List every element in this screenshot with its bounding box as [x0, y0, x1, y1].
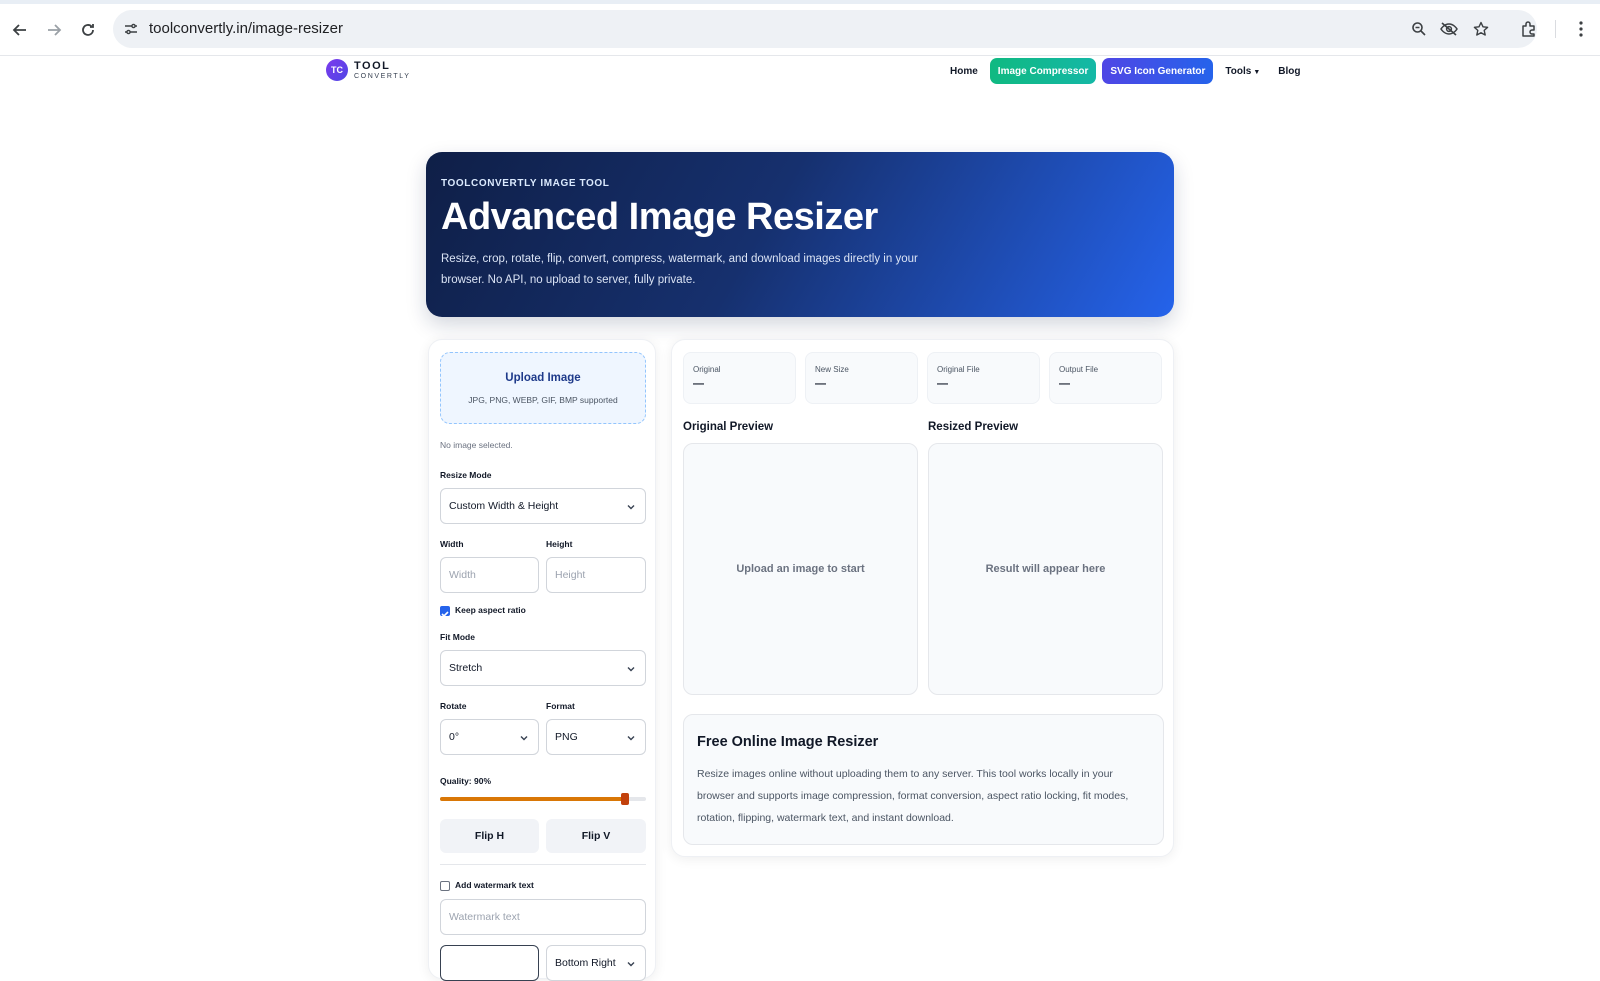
- hero-kicker: TOOLCONVERTLY IMAGE TOOL: [441, 178, 610, 189]
- divider: [440, 864, 646, 865]
- file-status: No image selected.: [440, 440, 513, 450]
- page-title: Advanced Image Resizer: [441, 196, 878, 238]
- chevron-down-icon: [627, 667, 635, 672]
- resize-mode-select[interactable]: Custom Width & Height: [440, 488, 646, 524]
- resized-preview-empty: Result will appear here: [985, 563, 1106, 575]
- toolbar-separator: [1555, 20, 1556, 38]
- fit-mode-value: Stretch: [449, 662, 483, 674]
- stat-label: Original File: [937, 365, 980, 374]
- output-panel: Original — New Size — Original File — Ou…: [671, 339, 1174, 857]
- keep-aspect-checkbox[interactable]: [440, 606, 450, 618]
- stat-value: —: [693, 378, 704, 390]
- resized-preview-title: Resized Preview: [928, 421, 1019, 433]
- info-card: Free Online Image Resizer Resize images …: [683, 714, 1164, 845]
- rotate-select[interactable]: 0°: [440, 719, 539, 755]
- stat-value: —: [815, 378, 826, 390]
- rotate-value: 0°: [449, 731, 460, 743]
- info-title: Free Online Image Resizer: [697, 734, 879, 750]
- format-select[interactable]: PNG: [546, 719, 646, 755]
- stat-value: —: [1059, 378, 1070, 390]
- nav-image-compressor-button[interactable]: Image Compressor: [989, 58, 1097, 84]
- format-value: PNG: [555, 731, 578, 743]
- extensions-icon[interactable]: [1516, 16, 1542, 42]
- stat-output-file: Output File —: [1049, 352, 1162, 404]
- width-label: Width: [440, 539, 464, 549]
- hero-banner: TOOLCONVERTLY IMAGE TOOL Advanced Image …: [426, 152, 1174, 317]
- stat-label: New Size: [815, 365, 849, 374]
- original-preview-empty: Upload an image to start: [736, 563, 865, 575]
- quality-slider-thumb[interactable]: [621, 793, 630, 805]
- nav-tools-label: Tools: [1225, 65, 1252, 77]
- checkmark-icon: [441, 611, 449, 618]
- height-label: Height: [546, 539, 573, 549]
- flip-horizontal-button[interactable]: Flip H: [440, 819, 539, 853]
- site-nav: Home Image Compressor SVG Icon Generator…: [944, 58, 1307, 84]
- stat-original-file: Original File —: [927, 352, 1040, 404]
- resize-mode-label: Resize Mode: [440, 470, 492, 480]
- height-input[interactable]: Height: [546, 557, 646, 593]
- site-settings-icon[interactable]: [121, 19, 141, 39]
- stat-new-size: New Size —: [805, 352, 918, 404]
- rotate-label: Rotate: [440, 701, 467, 711]
- stat-original: Original —: [683, 352, 796, 404]
- width-placeholder: Width: [449, 569, 476, 581]
- logo-line2: CONVERTLY: [354, 72, 411, 80]
- watermark-position-value: Bottom Right: [555, 957, 616, 969]
- bookmark-star-icon[interactable]: [1471, 19, 1491, 39]
- hero-description: Resize, crop, rotate, flip, convert, com…: [441, 253, 918, 286]
- watermark-label[interactable]: Add watermark text: [455, 880, 534, 890]
- nav-svg-icon-generator-button[interactable]: SVG Icon Generator: [1102, 58, 1214, 84]
- chevron-down-icon: [627, 736, 635, 741]
- chevron-down-icon: [627, 505, 635, 510]
- info-body: Resize images online without uploading t…: [697, 768, 1129, 824]
- watermark-placeholder: Watermark text: [449, 911, 520, 923]
- url-text[interactable]: toolconvertly.in/image-resizer: [149, 20, 343, 37]
- watermark-color-input[interactable]: [440, 945, 539, 981]
- watermark-position-select[interactable]: Bottom Right: [546, 945, 646, 981]
- upload-title: Upload Image: [505, 372, 581, 384]
- fit-mode-label: Fit Mode: [440, 632, 475, 642]
- site-logo[interactable]: TC TOOL CONVERTLY: [326, 59, 411, 81]
- resize-mode-value: Custom Width & Height: [449, 500, 559, 512]
- upload-dropzone[interactable]: Upload Image JPG, PNG, WEBP, GIF, BMP su…: [440, 352, 646, 424]
- address-bar[interactable]: toolconvertly.in/image-resizer: [113, 10, 1537, 48]
- original-preview-area: Upload an image to start: [683, 443, 918, 695]
- chevron-down-icon: [627, 962, 635, 967]
- browser-toolbar: toolconvertly.in/image-resizer: [0, 0, 1600, 56]
- back-icon[interactable]: [8, 18, 32, 42]
- height-placeholder: Height: [555, 569, 586, 581]
- nav-home-link[interactable]: Home: [944, 66, 984, 77]
- flip-vertical-button[interactable]: Flip V: [546, 819, 646, 853]
- logo-line1: TOOL: [354, 59, 391, 72]
- controls-panel: Upload Image JPG, PNG, WEBP, GIF, BMP su…: [428, 339, 656, 981]
- reload-icon[interactable]: [76, 18, 100, 42]
- menu-kebab-icon[interactable]: [1568, 16, 1594, 42]
- quality-slider[interactable]: [440, 793, 646, 805]
- logo-mark: TC: [326, 59, 348, 81]
- tab-strip-edge: [0, 0, 1600, 4]
- resized-preview-area: Result will appear here: [928, 443, 1163, 695]
- original-preview-title: Original Preview: [683, 421, 774, 433]
- nav-tools-dropdown[interactable]: Tools ▼: [1219, 66, 1266, 77]
- forward-icon[interactable]: [42, 18, 66, 42]
- watermark-text-input[interactable]: Watermark text: [440, 899, 646, 935]
- stat-label: Output File: [1059, 365, 1099, 374]
- format-label: Format: [546, 701, 575, 711]
- zoom-icon[interactable]: [1409, 19, 1429, 39]
- stat-label: Original: [693, 365, 721, 374]
- fit-mode-select[interactable]: Stretch: [440, 650, 646, 686]
- nav-blog-link[interactable]: Blog: [1272, 66, 1306, 77]
- width-input[interactable]: Width: [440, 557, 539, 593]
- stat-value: —: [937, 378, 948, 390]
- quality-slider-fill: [440, 797, 626, 801]
- upload-formats: JPG, PNG, WEBP, GIF, BMP supported: [468, 395, 618, 405]
- chevron-down-icon: [520, 736, 528, 741]
- caret-down-icon: ▼: [1253, 68, 1261, 76]
- quality-label: Quality: 90%: [440, 776, 492, 786]
- watermark-checkbox[interactable]: [440, 881, 450, 891]
- logo-wordmark: TOOL CONVERTLY: [354, 59, 411, 80]
- eye-off-icon[interactable]: [1439, 19, 1459, 39]
- keep-aspect-label[interactable]: Keep aspect ratio: [455, 605, 526, 615]
